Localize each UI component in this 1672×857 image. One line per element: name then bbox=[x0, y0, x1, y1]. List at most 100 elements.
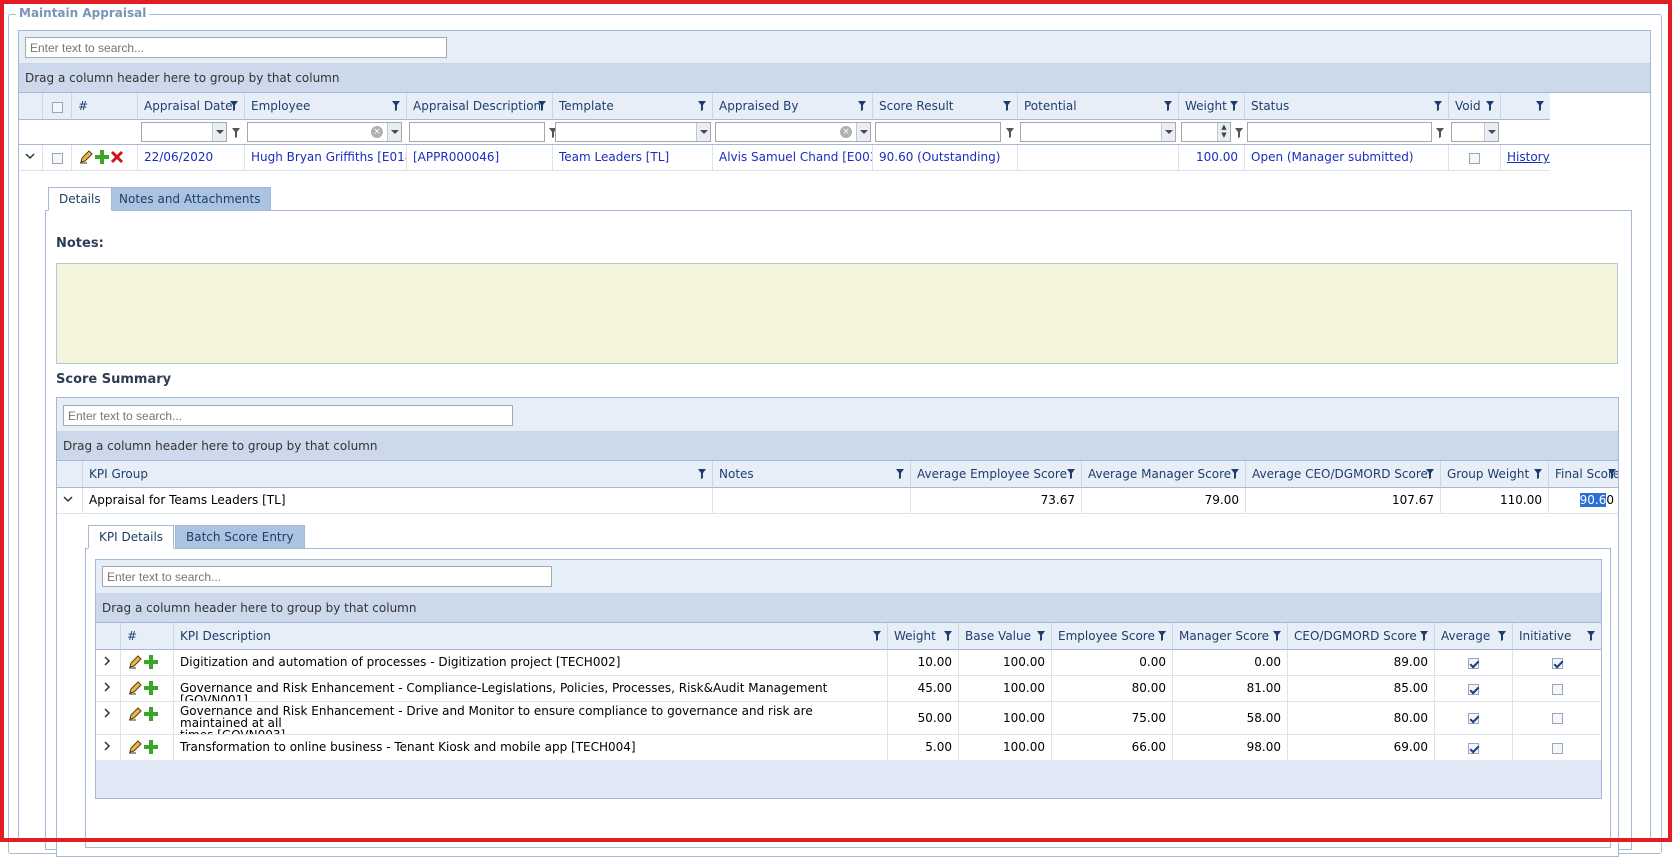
tab-batch-score-entry[interactable]: Batch Score Entry bbox=[175, 525, 305, 549]
cell-avg-manager[interactable]: 79.00 bbox=[1082, 488, 1246, 514]
filter-weight[interactable]: ▲ ▼ bbox=[1181, 122, 1231, 142]
header-template[interactable]: Template bbox=[553, 93, 713, 120]
add-icon[interactable] bbox=[143, 680, 159, 696]
tab-details[interactable]: Details bbox=[48, 187, 112, 211]
filter-icon[interactable] bbox=[538, 101, 546, 111]
filter-icon[interactable] bbox=[1273, 631, 1281, 641]
cell-final-score[interactable]: 90.60 bbox=[1549, 488, 1618, 514]
cell-employee-score[interactable]: 80.00 bbox=[1052, 676, 1173, 702]
edit-icon[interactable] bbox=[127, 706, 143, 722]
header-base-value[interactable]: Base Value bbox=[959, 623, 1052, 650]
edit-icon[interactable] bbox=[127, 654, 143, 670]
header-avg-manager-score[interactable]: Average Manager Score bbox=[1082, 461, 1246, 488]
filter-icon[interactable] bbox=[1006, 128, 1014, 138]
score-search-input[interactable] bbox=[63, 405, 513, 426]
cell-kpi-group[interactable]: Appraisal for Teams Leaders [TL] bbox=[83, 488, 713, 514]
row-expander[interactable] bbox=[96, 702, 121, 735]
cell-kpi-description[interactable]: Transformation to online business - Tena… bbox=[174, 735, 888, 761]
cell-initiative[interactable] bbox=[1513, 650, 1601, 676]
cell-score-result[interactable]: 90.60 (Outstanding) bbox=[873, 145, 1018, 171]
filter-icon[interactable] bbox=[944, 631, 952, 641]
grid-search-input[interactable] bbox=[25, 37, 447, 58]
header-weight[interactable]: Weight bbox=[1179, 93, 1245, 120]
filter-icon[interactable] bbox=[1486, 101, 1494, 111]
filter-icon[interactable] bbox=[1587, 631, 1595, 641]
filter-appraisal-date[interactable] bbox=[141, 122, 227, 142]
cell-weight[interactable]: 50.00 bbox=[888, 702, 959, 735]
filter-employee[interactable]: × bbox=[247, 122, 402, 142]
group-by-panel[interactable]: Drag a column header here to group by th… bbox=[19, 64, 1650, 93]
cell-ceo-score[interactable]: 80.00 bbox=[1288, 702, 1435, 735]
header-kpi-description[interactable]: KPI Description bbox=[174, 623, 888, 650]
clear-icon[interactable]: × bbox=[371, 126, 383, 138]
header-ceo-score[interactable]: CEO/DGMORD Score bbox=[1288, 623, 1435, 650]
header-score-result[interactable]: Score Result bbox=[873, 93, 1018, 120]
kpi-group-by-panel[interactable]: Drag a column header here to group by th… bbox=[96, 594, 1601, 623]
row-expander[interactable] bbox=[19, 145, 43, 171]
header-employee-score[interactable]: Employee Score bbox=[1052, 623, 1173, 650]
add-icon[interactable] bbox=[143, 654, 159, 670]
cell-average[interactable] bbox=[1435, 702, 1513, 735]
header-status[interactable]: Status bbox=[1245, 93, 1449, 120]
row-select[interactable] bbox=[43, 145, 72, 171]
header-group-weight[interactable]: Group Weight bbox=[1441, 461, 1549, 488]
add-icon[interactable] bbox=[94, 149, 110, 165]
table-row[interactable]: Governance and Risk Enhancement - Compli… bbox=[96, 676, 1601, 702]
kpi-search-input[interactable] bbox=[102, 566, 552, 587]
notes-textarea[interactable] bbox=[56, 263, 1618, 364]
cell-ceo-score[interactable]: 89.00 bbox=[1288, 650, 1435, 676]
header-select-all[interactable] bbox=[43, 93, 72, 120]
cell-description[interactable]: [APPR000046] bbox=[407, 145, 553, 171]
cell-notes[interactable] bbox=[713, 488, 911, 514]
chevron-right-icon[interactable] bbox=[102, 708, 112, 718]
cell-initiative[interactable] bbox=[1513, 735, 1601, 761]
filter-icon[interactable] bbox=[1164, 101, 1172, 111]
row-expander[interactable] bbox=[96, 650, 121, 676]
edit-icon[interactable] bbox=[127, 680, 143, 696]
dropdown-arrow-icon[interactable] bbox=[1161, 123, 1175, 141]
filter-icon[interactable] bbox=[1426, 469, 1434, 479]
average-checkbox[interactable] bbox=[1468, 658, 1479, 669]
filter-template[interactable] bbox=[555, 122, 711, 142]
average-checkbox[interactable] bbox=[1468, 743, 1479, 754]
row-checkbox[interactable] bbox=[51, 153, 63, 164]
header-kpi-group[interactable]: KPI Group bbox=[83, 461, 713, 488]
cell-average[interactable] bbox=[1435, 650, 1513, 676]
cell-initiative[interactable] bbox=[1513, 702, 1601, 735]
cell-base-value[interactable]: 100.00 bbox=[959, 676, 1052, 702]
filter-icon[interactable] bbox=[1230, 101, 1238, 111]
header-initiative[interactable]: Initiative bbox=[1513, 623, 1601, 650]
initiative-checkbox[interactable] bbox=[1551, 684, 1563, 695]
table-row[interactable]: Transformation to online business - Tena… bbox=[96, 735, 1601, 761]
cell-avg-employee[interactable]: 73.67 bbox=[911, 488, 1082, 514]
filter-icon[interactable] bbox=[1158, 631, 1166, 641]
cell-weight[interactable]: 5.00 bbox=[888, 735, 959, 761]
header-appraisal-description[interactable]: Appraisal Description bbox=[407, 93, 553, 120]
filter-icon[interactable] bbox=[232, 128, 240, 138]
select-all-checkbox[interactable] bbox=[51, 102, 63, 113]
filter-icon[interactable] bbox=[230, 101, 238, 111]
header-history[interactable] bbox=[1501, 93, 1550, 120]
filter-potential[interactable] bbox=[1020, 122, 1176, 142]
edit-icon[interactable] bbox=[127, 739, 143, 755]
table-row[interactable]: 22/06/2020 Hugh Bryan Griffiths [E018] [… bbox=[19, 145, 1650, 171]
header-avg-employee-score[interactable]: Average Employee Score bbox=[911, 461, 1082, 488]
filter-description[interactable] bbox=[409, 122, 545, 142]
cell-weight[interactable]: 45.00 bbox=[888, 676, 959, 702]
filter-icon[interactable] bbox=[698, 469, 706, 479]
cell-avg-ceo[interactable]: 107.67 bbox=[1246, 488, 1441, 514]
table-row[interactable]: Governance and Risk Enhancement - Drive … bbox=[96, 702, 1601, 735]
initiative-checkbox[interactable] bbox=[1551, 658, 1563, 669]
header-weight[interactable]: Weight bbox=[888, 623, 959, 650]
header-manager-score[interactable]: Manager Score bbox=[1173, 623, 1288, 650]
header-notes[interactable]: Notes bbox=[713, 461, 911, 488]
header-appraised-by[interactable]: Appraised By bbox=[713, 93, 873, 120]
initiative-checkbox[interactable] bbox=[1551, 713, 1563, 724]
cell-potential[interactable] bbox=[1018, 145, 1179, 171]
filter-icon[interactable] bbox=[1436, 128, 1444, 138]
cell-manager-score[interactable]: 58.00 bbox=[1173, 702, 1288, 735]
cell-void[interactable] bbox=[1449, 145, 1501, 171]
header-void[interactable]: Void bbox=[1449, 93, 1501, 120]
history-link[interactable]: History bbox=[1507, 150, 1550, 164]
cell-employee[interactable]: Hugh Bryan Griffiths [E018] bbox=[245, 145, 407, 171]
